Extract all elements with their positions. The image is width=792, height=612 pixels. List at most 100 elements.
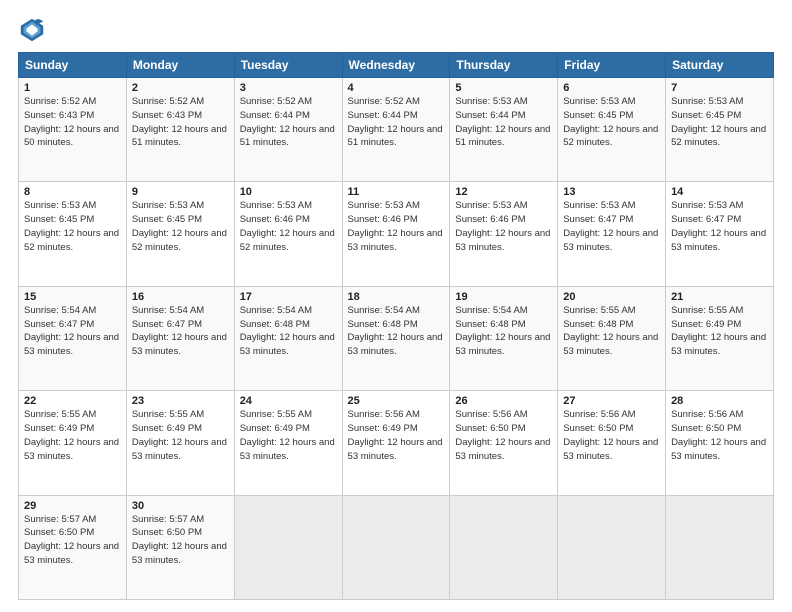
day-number: 3	[240, 82, 337, 94]
calendar-header-row: SundayMondayTuesdayWednesdayThursdayFrid…	[19, 53, 774, 78]
day-detail: Sunrise: 5:53 AMSunset: 6:46 PMDaylight:…	[240, 200, 335, 252]
calendar-cell	[342, 495, 450, 599]
day-detail: Sunrise: 5:53 AMSunset: 6:45 PMDaylight:…	[132, 200, 227, 252]
day-number: 13	[563, 186, 660, 198]
day-number: 9	[132, 186, 229, 198]
day-detail: Sunrise: 5:52 AMSunset: 6:43 PMDaylight:…	[132, 96, 227, 148]
calendar-cell: 28 Sunrise: 5:56 AMSunset: 6:50 PMDaylig…	[666, 391, 774, 495]
day-detail: Sunrise: 5:53 AMSunset: 6:47 PMDaylight:…	[671, 200, 766, 252]
calendar-cell: 15 Sunrise: 5:54 AMSunset: 6:47 PMDaylig…	[19, 286, 127, 390]
day-detail: Sunrise: 5:55 AMSunset: 6:49 PMDaylight:…	[132, 409, 227, 461]
day-number: 21	[671, 291, 768, 303]
calendar-week-row: 15 Sunrise: 5:54 AMSunset: 6:47 PMDaylig…	[19, 286, 774, 390]
weekday-header-friday: Friday	[558, 53, 666, 78]
day-number: 2	[132, 82, 229, 94]
weekday-header-thursday: Thursday	[450, 53, 558, 78]
calendar-week-row: 8 Sunrise: 5:53 AMSunset: 6:45 PMDayligh…	[19, 182, 774, 286]
calendar-cell	[234, 495, 342, 599]
day-number: 25	[348, 395, 445, 407]
calendar-cell: 8 Sunrise: 5:53 AMSunset: 6:45 PMDayligh…	[19, 182, 127, 286]
day-detail: Sunrise: 5:52 AMSunset: 6:44 PMDaylight:…	[240, 96, 335, 148]
day-detail: Sunrise: 5:53 AMSunset: 6:44 PMDaylight:…	[455, 96, 550, 148]
calendar-cell: 14 Sunrise: 5:53 AMSunset: 6:47 PMDaylig…	[666, 182, 774, 286]
day-detail: Sunrise: 5:54 AMSunset: 6:48 PMDaylight:…	[240, 305, 335, 357]
day-detail: Sunrise: 5:56 AMSunset: 6:49 PMDaylight:…	[348, 409, 443, 461]
calendar-cell: 22 Sunrise: 5:55 AMSunset: 6:49 PMDaylig…	[19, 391, 127, 495]
day-number: 29	[24, 500, 121, 512]
day-detail: Sunrise: 5:54 AMSunset: 6:47 PMDaylight:…	[132, 305, 227, 357]
day-detail: Sunrise: 5:53 AMSunset: 6:45 PMDaylight:…	[563, 96, 658, 148]
day-number: 8	[24, 186, 121, 198]
day-detail: Sunrise: 5:54 AMSunset: 6:48 PMDaylight:…	[455, 305, 550, 357]
calendar-cell: 23 Sunrise: 5:55 AMSunset: 6:49 PMDaylig…	[126, 391, 234, 495]
day-detail: Sunrise: 5:54 AMSunset: 6:48 PMDaylight:…	[348, 305, 443, 357]
day-number: 1	[24, 82, 121, 94]
weekday-header-saturday: Saturday	[666, 53, 774, 78]
calendar-cell: 29 Sunrise: 5:57 AMSunset: 6:50 PMDaylig…	[19, 495, 127, 599]
calendar-cell: 11 Sunrise: 5:53 AMSunset: 6:46 PMDaylig…	[342, 182, 450, 286]
day-number: 11	[348, 186, 445, 198]
calendar-cell: 17 Sunrise: 5:54 AMSunset: 6:48 PMDaylig…	[234, 286, 342, 390]
day-detail: Sunrise: 5:57 AMSunset: 6:50 PMDaylight:…	[24, 514, 119, 566]
calendar-week-row: 22 Sunrise: 5:55 AMSunset: 6:49 PMDaylig…	[19, 391, 774, 495]
calendar-cell: 13 Sunrise: 5:53 AMSunset: 6:47 PMDaylig…	[558, 182, 666, 286]
day-detail: Sunrise: 5:55 AMSunset: 6:49 PMDaylight:…	[671, 305, 766, 357]
calendar-cell: 3 Sunrise: 5:52 AMSunset: 6:44 PMDayligh…	[234, 78, 342, 182]
calendar-table: SundayMondayTuesdayWednesdayThursdayFrid…	[18, 52, 774, 600]
calendar-cell	[558, 495, 666, 599]
calendar-cell: 19 Sunrise: 5:54 AMSunset: 6:48 PMDaylig…	[450, 286, 558, 390]
day-number: 17	[240, 291, 337, 303]
calendar-cell: 25 Sunrise: 5:56 AMSunset: 6:49 PMDaylig…	[342, 391, 450, 495]
day-number: 20	[563, 291, 660, 303]
calendar-cell: 6 Sunrise: 5:53 AMSunset: 6:45 PMDayligh…	[558, 78, 666, 182]
day-number: 12	[455, 186, 552, 198]
day-detail: Sunrise: 5:56 AMSunset: 6:50 PMDaylight:…	[563, 409, 658, 461]
calendar-cell: 21 Sunrise: 5:55 AMSunset: 6:49 PMDaylig…	[666, 286, 774, 390]
day-detail: Sunrise: 5:53 AMSunset: 6:46 PMDaylight:…	[455, 200, 550, 252]
day-number: 16	[132, 291, 229, 303]
day-number: 22	[24, 395, 121, 407]
calendar-cell: 30 Sunrise: 5:57 AMSunset: 6:50 PMDaylig…	[126, 495, 234, 599]
calendar-cell: 7 Sunrise: 5:53 AMSunset: 6:45 PMDayligh…	[666, 78, 774, 182]
day-number: 7	[671, 82, 768, 94]
day-detail: Sunrise: 5:53 AMSunset: 6:45 PMDaylight:…	[24, 200, 119, 252]
calendar-cell: 5 Sunrise: 5:53 AMSunset: 6:44 PMDayligh…	[450, 78, 558, 182]
day-number: 14	[671, 186, 768, 198]
day-number: 30	[132, 500, 229, 512]
calendar-cell: 16 Sunrise: 5:54 AMSunset: 6:47 PMDaylig…	[126, 286, 234, 390]
day-detail: Sunrise: 5:56 AMSunset: 6:50 PMDaylight:…	[455, 409, 550, 461]
calendar-cell: 26 Sunrise: 5:56 AMSunset: 6:50 PMDaylig…	[450, 391, 558, 495]
day-number: 10	[240, 186, 337, 198]
calendar-cell: 12 Sunrise: 5:53 AMSunset: 6:46 PMDaylig…	[450, 182, 558, 286]
calendar-week-row: 1 Sunrise: 5:52 AMSunset: 6:43 PMDayligh…	[19, 78, 774, 182]
calendar-cell: 20 Sunrise: 5:55 AMSunset: 6:48 PMDaylig…	[558, 286, 666, 390]
weekday-header-sunday: Sunday	[19, 53, 127, 78]
calendar-cell: 2 Sunrise: 5:52 AMSunset: 6:43 PMDayligh…	[126, 78, 234, 182]
day-detail: Sunrise: 5:52 AMSunset: 6:44 PMDaylight:…	[348, 96, 443, 148]
day-number: 27	[563, 395, 660, 407]
day-detail: Sunrise: 5:54 AMSunset: 6:47 PMDaylight:…	[24, 305, 119, 357]
calendar-cell	[666, 495, 774, 599]
header	[18, 16, 774, 44]
day-number: 5	[455, 82, 552, 94]
calendar-cell: 9 Sunrise: 5:53 AMSunset: 6:45 PMDayligh…	[126, 182, 234, 286]
calendar-cell: 1 Sunrise: 5:52 AMSunset: 6:43 PMDayligh…	[19, 78, 127, 182]
logo-icon	[18, 16, 46, 44]
day-detail: Sunrise: 5:53 AMSunset: 6:45 PMDaylight:…	[671, 96, 766, 148]
weekday-header-wednesday: Wednesday	[342, 53, 450, 78]
calendar-cell	[450, 495, 558, 599]
weekday-header-monday: Monday	[126, 53, 234, 78]
page: SundayMondayTuesdayWednesdayThursdayFrid…	[0, 0, 792, 612]
day-detail: Sunrise: 5:53 AMSunset: 6:46 PMDaylight:…	[348, 200, 443, 252]
day-number: 24	[240, 395, 337, 407]
day-number: 26	[455, 395, 552, 407]
day-number: 15	[24, 291, 121, 303]
calendar-cell: 18 Sunrise: 5:54 AMSunset: 6:48 PMDaylig…	[342, 286, 450, 390]
day-detail: Sunrise: 5:55 AMSunset: 6:48 PMDaylight:…	[563, 305, 658, 357]
calendar-cell: 24 Sunrise: 5:55 AMSunset: 6:49 PMDaylig…	[234, 391, 342, 495]
day-detail: Sunrise: 5:52 AMSunset: 6:43 PMDaylight:…	[24, 96, 119, 148]
day-number: 6	[563, 82, 660, 94]
day-detail: Sunrise: 5:57 AMSunset: 6:50 PMDaylight:…	[132, 514, 227, 566]
day-detail: Sunrise: 5:55 AMSunset: 6:49 PMDaylight:…	[24, 409, 119, 461]
day-number: 28	[671, 395, 768, 407]
